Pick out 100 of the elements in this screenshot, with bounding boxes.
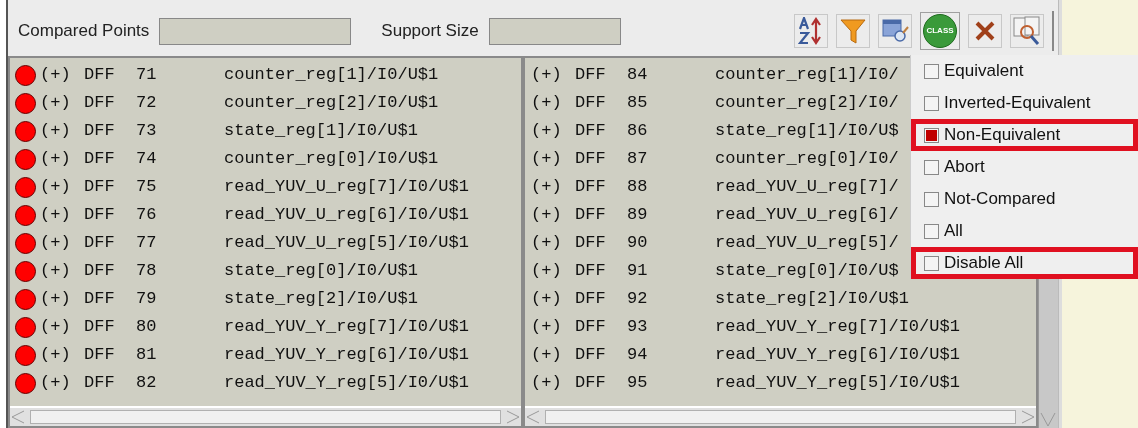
- row-sign: (+): [40, 260, 72, 283]
- row-type: DFF: [575, 372, 607, 395]
- row-type: DFF: [84, 148, 116, 171]
- row-name: read_YUV_U_reg[6]/: [715, 204, 899, 227]
- row-name: read_YUV_U_reg[7]/: [715, 176, 899, 199]
- row-name: read_YUV_U_reg[5]/I0/U$1: [224, 232, 469, 255]
- row-number: 85: [627, 92, 649, 115]
- sort-button[interactable]: [794, 14, 828, 48]
- row-number: 76: [136, 204, 158, 227]
- row-number: 91: [627, 260, 649, 283]
- menu-item[interactable]: Disable All: [911, 247, 1138, 279]
- row-sign: (+): [531, 316, 563, 339]
- checkbox[interactable]: [924, 223, 939, 239]
- row-sign: (+): [531, 204, 563, 227]
- delete-button[interactable]: [968, 14, 1002, 48]
- row-name: counter_reg[2]/I0/: [715, 92, 899, 115]
- row-number: 94: [627, 344, 649, 367]
- row-sign: (+): [531, 260, 563, 283]
- row-number: 92: [627, 288, 649, 311]
- row-type: DFF: [575, 120, 607, 143]
- checkbox[interactable]: [924, 159, 939, 175]
- row-number: 93: [627, 316, 649, 339]
- class-button[interactable]: CLASS: [920, 12, 960, 50]
- row-name: counter_reg[1]/I0/U$1: [224, 64, 439, 87]
- filter-button[interactable]: [836, 14, 870, 48]
- row-name: state_reg[0]/I0/U$: [715, 260, 899, 283]
- document-search-icon: [1013, 16, 1041, 46]
- row-sign: (+): [531, 372, 563, 395]
- row-type: DFF: [575, 316, 607, 339]
- row-type: DFF: [84, 120, 116, 143]
- row-name: read_YUV_Y_reg[7]/I0/U$1: [715, 316, 960, 339]
- row-number: 86: [627, 120, 649, 143]
- field-label: Compared Points: [18, 20, 150, 43]
- row-sign: (+): [40, 204, 72, 227]
- row-number: 87: [627, 148, 649, 171]
- checkbox[interactable]: [924, 63, 939, 79]
- scroll-left-icon[interactable]: [10, 409, 26, 425]
- scroll-right-icon[interactable]: [1020, 409, 1036, 425]
- close-icon: [973, 19, 997, 43]
- row-type: DFF: [84, 232, 116, 255]
- row-type: DFF: [575, 204, 607, 227]
- menu-item[interactable]: Equivalent: [911, 55, 1138, 87]
- row-number: 79: [136, 288, 158, 311]
- scroll-left-icon[interactable]: [525, 409, 541, 425]
- row-number: 81: [136, 344, 158, 367]
- menu-item[interactable]: Non-Equivalent: [911, 119, 1138, 151]
- row-number: 90: [627, 232, 649, 255]
- row-name: read_YUV_Y_reg[5]/I0/U$1: [224, 372, 469, 395]
- row-name: counter_reg[0]/I0/U$1: [224, 148, 439, 171]
- row-number: 84: [627, 64, 649, 87]
- row-number: 71: [136, 64, 158, 87]
- row-number: 82: [136, 372, 158, 395]
- row-type: DFF: [575, 232, 607, 255]
- input-field[interactable]: [488, 17, 621, 45]
- row-type: DFF: [575, 260, 607, 283]
- row-sign: (+): [40, 344, 72, 367]
- checkbox[interactable]: [924, 95, 939, 111]
- row-type: DFF: [84, 260, 116, 283]
- row-name: read_YUV_U_reg[5]/: [715, 232, 899, 255]
- row-name: read_YUV_Y_reg[6]/I0/U$1: [224, 344, 469, 367]
- row-sign: (+): [531, 344, 563, 367]
- row-sign: (+): [531, 232, 563, 255]
- row-name: state_reg[1]/I0/U$1: [224, 120, 418, 143]
- checkbox[interactable]: [924, 255, 939, 271]
- row-number: 95: [627, 372, 649, 395]
- row-type: DFF: [84, 92, 116, 115]
- row-type: DFF: [84, 316, 116, 339]
- row-sign: (+): [531, 148, 563, 171]
- menu-item[interactable]: All: [911, 215, 1138, 247]
- row-name: state_reg[0]/I0/U$1: [224, 260, 418, 283]
- checkbox[interactable]: [924, 127, 939, 143]
- row-name: counter_reg[1]/I0/: [715, 64, 899, 87]
- funnel-icon: [840, 17, 866, 45]
- row-sign: (+): [40, 176, 72, 199]
- row-type: DFF: [575, 148, 607, 171]
- horizontal-scrollbar[interactable]: [10, 406, 521, 426]
- row-sign: (+): [40, 92, 72, 115]
- checkbox[interactable]: [924, 191, 939, 207]
- menu-item[interactable]: Not-Compared: [911, 183, 1138, 215]
- row-number: 75: [136, 176, 158, 199]
- row-name: state_reg[2]/I0/U$1: [224, 288, 418, 311]
- search-button[interactable]: [1010, 14, 1044, 48]
- horizontal-scrollbar[interactable]: [525, 406, 1036, 426]
- menu-item[interactable]: Abort: [911, 151, 1138, 183]
- row-type: DFF: [575, 64, 607, 87]
- row-name: read_YUV_Y_reg[6]/I0/U$1: [715, 344, 960, 367]
- scroll-right-icon[interactable]: [505, 409, 521, 425]
- row-sign: (+): [40, 148, 72, 171]
- input-field[interactable]: [159, 17, 352, 45]
- row-type: DFF: [84, 204, 116, 227]
- row-number: 73: [136, 120, 158, 143]
- row-sign: (+): [40, 64, 72, 87]
- row-type: DFF: [84, 176, 116, 199]
- row-type: DFF: [575, 92, 607, 115]
- menu-item[interactable]: Inverted-Equivalent: [911, 87, 1138, 119]
- row-sign: (+): [40, 288, 72, 311]
- inspect-button[interactable]: [878, 14, 912, 48]
- row-sign: (+): [40, 372, 72, 395]
- row-name: read_YUV_Y_reg[5]/I0/U$1: [715, 372, 960, 395]
- row-type: DFF: [84, 64, 116, 87]
